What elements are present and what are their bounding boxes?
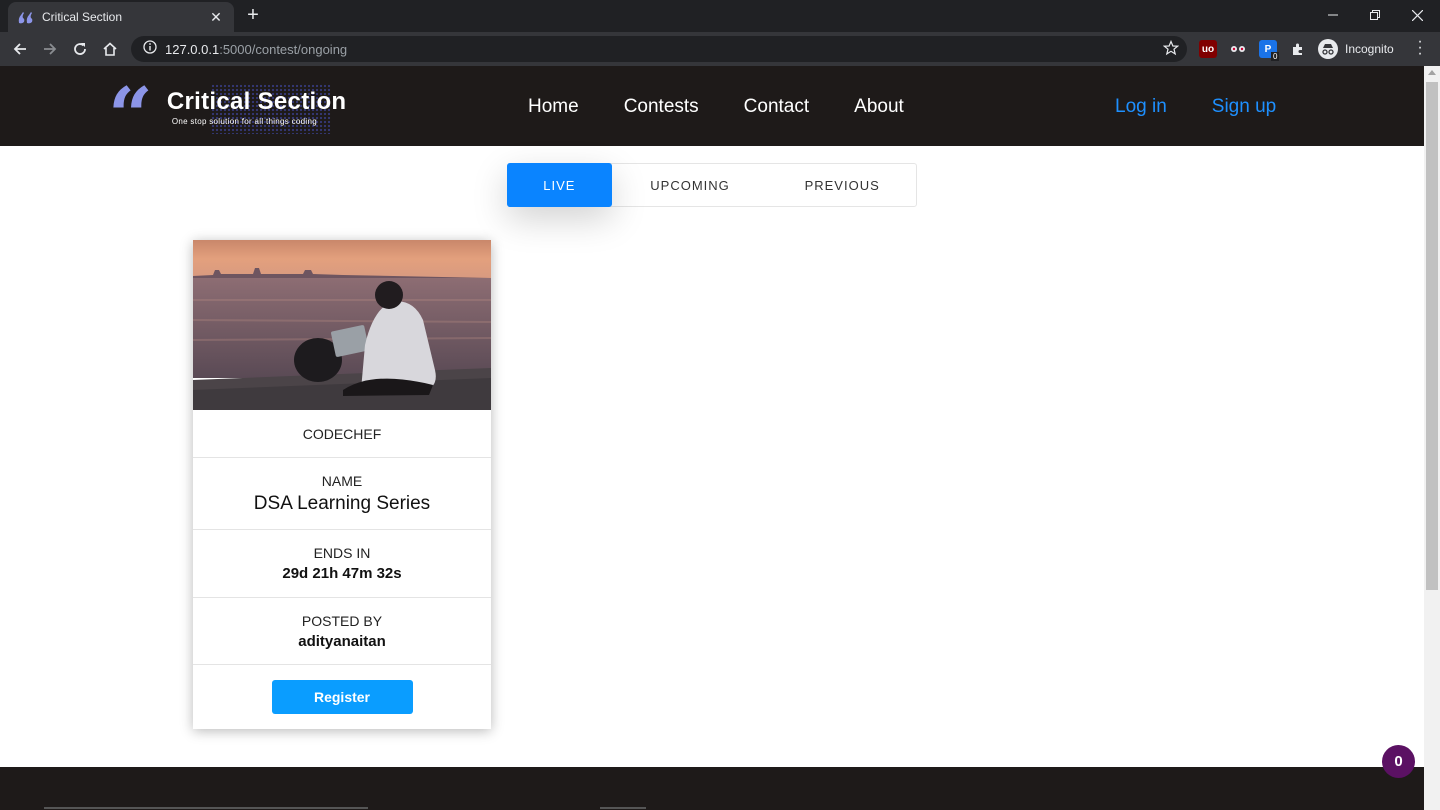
- signup-link[interactable]: Sign up: [1212, 96, 1276, 118]
- ends-in-label: ENDS IN: [313, 545, 371, 561]
- close-window-icon[interactable]: [1394, 0, 1440, 30]
- contest-cover-image: [193, 240, 491, 410]
- tab-live[interactable]: LIVE: [507, 163, 612, 207]
- countdown-value: 29d 21h 47m 32s: [282, 565, 402, 582]
- new-tab-icon[interactable]: +: [243, 4, 263, 26]
- scrollbar[interactable]: [1424, 66, 1440, 810]
- brand-logo[interactable]: “ Critical Section One stop solution for…: [108, 78, 347, 156]
- menu-icon[interactable]: · · ·: [1410, 34, 1430, 62]
- chat-badge[interactable]: 0: [1382, 745, 1415, 778]
- posted-by-value: adityanaitan: [298, 632, 386, 650]
- site-navbar: “ Critical Section One stop solution for…: [0, 66, 1424, 156]
- brand-tagline: One stop solution for all things coding: [171, 117, 317, 126]
- ublock-extension-icon[interactable]: uo: [1199, 40, 1217, 58]
- contest-card: CODECHEF NAME DSA Learning Series ENDS I…: [193, 240, 491, 729]
- main-nav: Home Contests Contact About: [528, 96, 949, 118]
- register-button[interactable]: Register: [271, 680, 413, 714]
- home-icon[interactable]: [98, 37, 122, 61]
- tab-upcoming[interactable]: UPCOMING: [612, 164, 769, 206]
- auth-nav: Log in Sign up: [1115, 96, 1321, 118]
- extension-badge: 0: [1271, 52, 1280, 61]
- posted-by-label: POSTED BY: [301, 612, 383, 629]
- restore-icon[interactable]: [1352, 0, 1398, 30]
- scroll-thumb[interactable]: [1426, 82, 1438, 590]
- browser-tab[interactable]: Critical Section ✕: [8, 2, 234, 32]
- posted-by-section: POSTED BY adityanaitan: [193, 597, 491, 664]
- contest-name-section: NAME DSA Learning Series: [193, 457, 491, 529]
- footer-divider: [44, 807, 368, 809]
- contest-name: DSA Learning Series: [253, 492, 431, 514]
- login-link[interactable]: Log in: [1115, 96, 1167, 118]
- star-icon[interactable]: [1162, 39, 1180, 61]
- privacy-badger-extension-icon[interactable]: [1229, 40, 1247, 58]
- reload-icon[interactable]: [68, 37, 92, 61]
- site-footer: [0, 767, 1424, 810]
- minimize-icon[interactable]: [1310, 0, 1356, 30]
- contest-ends-section: ENDS IN 29d 21h 47m 32s: [193, 529, 491, 597]
- nav-contests[interactable]: Contests: [624, 96, 699, 118]
- scroll-up-icon[interactable]: [1428, 70, 1436, 75]
- nav-contact[interactable]: Contact: [744, 96, 809, 118]
- back-icon[interactable]: [8, 37, 32, 61]
- quote-logo-icon: “: [108, 71, 153, 162]
- forward-icon[interactable]: [38, 37, 62, 61]
- url-text: 127.0.0.1:5000/contest/ongoing: [165, 41, 348, 57]
- tab-previous[interactable]: PREVIOUS: [768, 164, 916, 206]
- nav-home[interactable]: Home: [528, 96, 579, 118]
- nav-about[interactable]: About: [854, 96, 904, 118]
- tab-close-icon[interactable]: ✕: [208, 9, 224, 26]
- contest-filter-tabs: LIVE UPCOMING PREVIOUS: [507, 163, 917, 207]
- extensions-icon[interactable]: [1289, 40, 1307, 58]
- name-label: NAME: [321, 472, 363, 489]
- info-icon[interactable]: [143, 39, 157, 59]
- quote-favicon-icon: [18, 9, 34, 25]
- footer-divider: [600, 807, 646, 809]
- contest-platform: CODECHEF: [302, 425, 382, 442]
- browser-tab-strip: Critical Section ✕ +: [0, 0, 1440, 32]
- address-bar[interactable]: 127.0.0.1:5000/contest/ongoing: [131, 36, 1187, 62]
- incognito-icon: [1318, 39, 1338, 59]
- incognito-label: Incognito: [1345, 42, 1394, 56]
- brand-title: Critical Section: [166, 88, 347, 115]
- tab-title: Critical Section: [42, 10, 123, 24]
- incognito-indicator[interactable]: Incognito: [1312, 36, 1404, 62]
- register-section: Register: [193, 664, 491, 729]
- page-viewport: “ Critical Section One stop solution for…: [0, 66, 1424, 810]
- browser-toolbar: 127.0.0.1:5000/contest/ongoing uo P 0 In…: [0, 32, 1440, 66]
